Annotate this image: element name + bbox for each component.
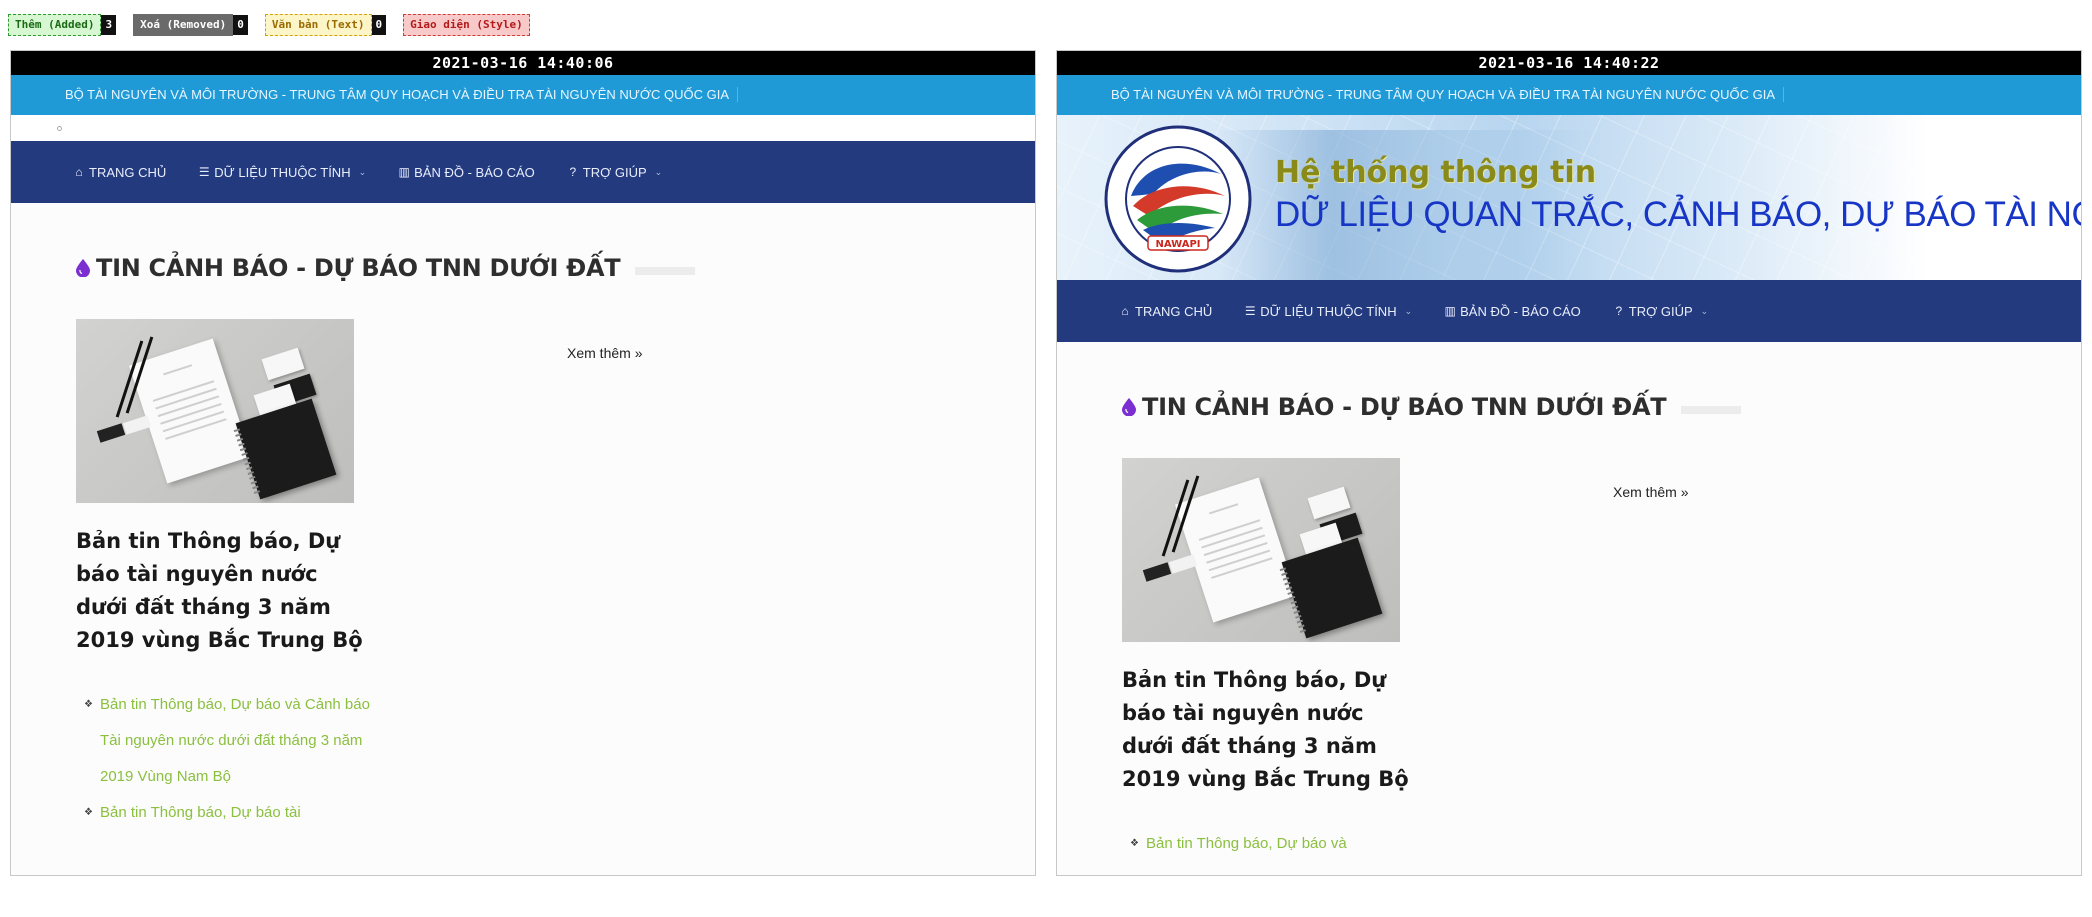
right-timestamp: 2021-03-16 14:40:22 [1057,51,2081,75]
right-topbar-text[interactable]: BỘ TÀI NGUYÊN VÀ MÔI TRƯỜNG - TRUNG TÂM … [1111,87,1785,102]
left-nav-home[interactable]: ⌂ TRANG CHỦ [73,165,166,180]
right-post-title[interactable]: Bản tin Thông báo, Dự báo tài nguyên nướ… [1122,664,1412,796]
legend-style-label: Giao diện (Style) [403,14,530,36]
legend-text: Văn bản (Text) 0 [264,14,387,36]
related-link[interactable]: Bản tin Thông báo, Dự báo và Cảnh báo Tà… [100,696,370,785]
water-drop-icon [1122,398,1136,416]
left-related-list: ❖ Bản tin Thông báo, Dự báo và Cảnh báo … [76,687,376,831]
left-nav-home-label: TRANG CHỦ [89,164,167,180]
left-nav-help[interactable]: ? TRỢ GIÚP ⌄ [567,165,662,180]
legend-added-count: 3 [101,15,117,35]
right-nav-data[interactable]: ☰ DỮ LIỆU THUỘC TÍNH ⌄ [1244,304,1412,319]
right-header-banner[interactable]: NAWAPI Hệ thống thông tin DỮ LIỆU QUAN T… [1057,115,2081,280]
left-nav-map-label: BẢN ĐỒ - BÁO CÁO [414,164,535,180]
related-link[interactable]: Bản tin Thông báo, Dự báo tài [100,804,301,821]
right-nav-map[interactable]: ▥ BẢN ĐỒ - BÁO CÁO [1444,303,1581,319]
right-section-title: TIN CẢNH BÁO - DỰ BÁO TNN DƯỚI ĐẤT [1142,393,1667,421]
home-icon: ⌂ [1121,304,1129,318]
right-nav-data-label: DỮ LIỆU THUỘC TÍNH [1260,303,1397,319]
left-nav-data-label: DỮ LIỆU THUỘC TÍNH [214,164,351,180]
left-section-header: TIN CẢNH BÁO - DỰ BÁO TNN DƯỚI ĐẤT [76,253,1035,283]
right-post-thumbnail[interactable] [1122,458,1400,642]
legend-text-label: Văn bản (Text) [264,14,372,36]
chevron-down-icon: ⌄ [1700,305,1709,316]
help-icon: ? [1615,304,1623,318]
legend-text-count: 0 [371,15,387,35]
legend-removed-count: 0 [233,15,248,35]
stationery-notebook [1279,537,1383,639]
right-snapshot-panel: 2021-03-16 14:40:22 BỘ TÀI NGUYÊN VÀ MÔI… [1056,50,2082,876]
logo-wordmark: NAWAPI [1155,239,1200,250]
right-topbar: BỘ TÀI NGUYÊN VÀ MÔI TRƯỜNG - TRUNG TÂM … [1057,75,2081,115]
left-post-thumbnail[interactable] [76,319,354,503]
left-post-title[interactable]: Bản tin Thông báo, Dự báo tài nguyên nướ… [76,525,366,657]
left-nav-help-label: TRỢ GIÚP [582,164,647,180]
left-topbar: BỘ TÀI NGUYÊN VÀ MÔI TRƯỜNG - TRUNG TÂM … [11,75,1035,115]
diamond-bullet-icon: ❖ [1130,838,1139,849]
stationery-paper [1174,477,1298,623]
stationery-notebook [233,398,337,500]
water-drop-icon [76,259,90,277]
chevron-down-icon: ⌄ [654,166,663,177]
diff-legend: Thêm (Added) 3 Xoá (Removed) 0 Văn bản (… [8,14,530,36]
left-see-more-link[interactable]: Xem thêm » [567,345,642,361]
left-topbar-text[interactable]: BỘ TÀI NGUYÊN VÀ MÔI TRƯỜNG - TRUNG TÂM … [65,87,739,102]
map-icon: ▥ [1444,304,1456,318]
left-logo-strip [11,115,1035,141]
left-section-divider [635,267,696,275]
map-icon: ▥ [398,165,410,179]
left-content: TIN CẢNH BÁO - DỰ BÁO TNN DƯỚI ĐẤT Xem t… [11,253,1035,831]
right-content: TIN CẢNH BÁO - DỰ BÁO TNN DƯỚI ĐẤT Xem t… [1057,392,2081,862]
right-nav-help-label: TRỢ GIÚP [1628,303,1693,319]
list-item[interactable]: ❖ Bản tin Thông báo, Dự báo và [1130,826,1422,862]
chevron-down-icon: ⌄ [1404,305,1413,316]
left-section-title: TIN CẢNH BÁO - DỰ BÁO TNN DƯỚI ĐẤT [96,254,621,282]
left-snapshot-panel: 2021-03-16 14:40:06 BỘ TÀI NGUYÊN VÀ MÔI… [10,50,1036,876]
legend-removed-label: Xoá (Removed) [133,14,234,36]
right-nav-home-label: TRANG CHỦ [1135,303,1213,319]
right-nav-help[interactable]: ? TRỢ GIÚP ⌄ [1613,304,1708,319]
home-icon: ⌂ [75,165,83,179]
right-related-list: ❖ Bản tin Thông báo, Dự báo và [1122,826,1422,862]
legend-removed: Xoá (Removed) 0 [133,14,248,36]
legend-added: Thêm (Added) 3 [8,14,117,36]
chevron-down-icon: ⌄ [358,166,367,177]
database-icon: ☰ [1244,304,1256,318]
stationery-paper [128,338,252,484]
left-nav-data[interactable]: ☰ DỮ LIỆU THUỘC TÍNH ⌄ [198,165,366,180]
right-banner-subtitle: DỮ LIỆU QUAN TRẮC, CẢNH BÁO, DỰ BÁO TÀI … [1275,195,2081,234]
right-nav-home[interactable]: ⌂ TRANG CHỦ [1119,304,1212,319]
database-icon: ☰ [198,165,210,179]
right-section-divider [1681,406,1742,414]
left-broken-image-icon [57,126,62,131]
right-banner-title: Hệ thống thông tin [1275,155,1597,190]
right-see-more-link[interactable]: Xem thêm » [1613,484,1688,500]
list-item[interactable]: ❖ Bản tin Thông báo, Dự báo và Cảnh báo … [84,687,376,795]
left-navbar: ⌂ TRANG CHỦ ☰ DỮ LIỆU THUỘC TÍNH ⌄ ▥ BẢN… [11,141,1035,203]
list-item[interactable]: ❖ Bản tin Thông báo, Dự báo tài [84,795,376,831]
related-link[interactable]: Bản tin Thông báo, Dự báo và [1146,835,1347,852]
left-nav-map[interactable]: ▥ BẢN ĐỒ - BÁO CÁO [398,164,535,180]
diamond-bullet-icon: ❖ [84,807,93,818]
left-timestamp: 2021-03-16 14:40:06 [11,51,1035,75]
right-navbar: ⌂ TRANG CHỦ ☰ DỮ LIỆU THUỘC TÍNH ⌄ ▥ BẢN… [1057,280,2081,342]
nawapi-logo[interactable]: NAWAPI [1103,124,1253,274]
help-icon: ? [569,165,577,179]
right-nav-map-label: BẢN ĐỒ - BÁO CÁO [1460,303,1581,319]
legend-style: Giao diện (Style) [403,14,530,36]
legend-added-label: Thêm (Added) [8,14,102,36]
right-section-header: TIN CẢNH BÁO - DỰ BÁO TNN DƯỚI ĐẤT [1122,392,2081,422]
diamond-bullet-icon: ❖ [84,699,93,710]
